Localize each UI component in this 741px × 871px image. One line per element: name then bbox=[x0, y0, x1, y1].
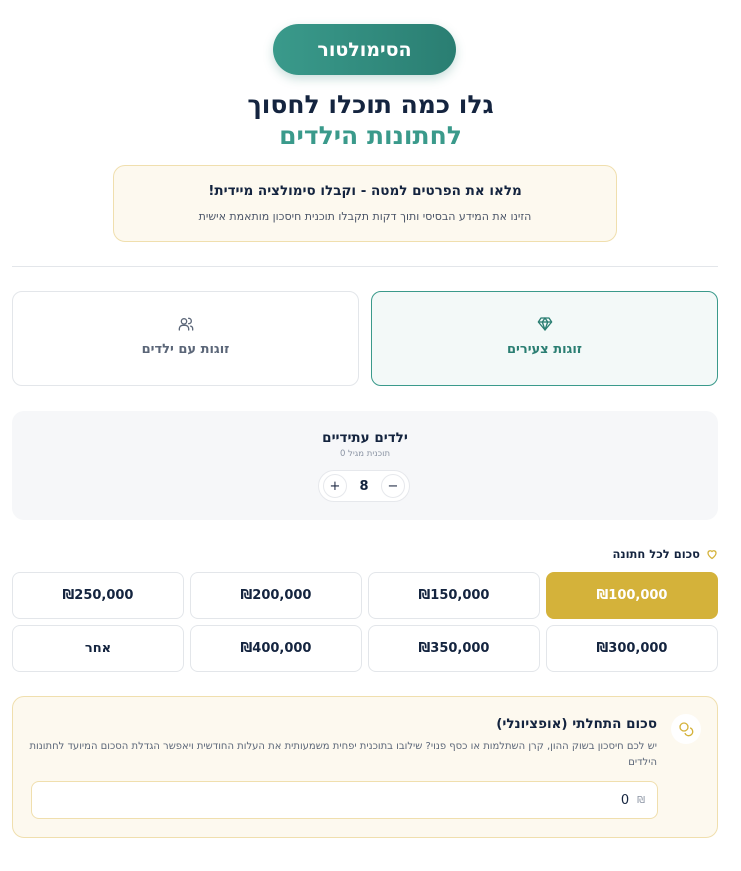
page-title: גלו כמה תוכלו לחסוך bbox=[247, 90, 494, 119]
couples-with-kids-option[interactable]: זוגות עם ילדים bbox=[12, 291, 359, 386]
section-divider bbox=[12, 266, 718, 267]
young-couples-label: זוגות צעירים bbox=[506, 342, 583, 357]
amount-option-350000[interactable]: ₪350,000 bbox=[368, 625, 540, 672]
instructions-notice: מלאו את הפרטים למטה - וקבלו סימולציה מיי… bbox=[113, 165, 617, 242]
couples-with-kids-label: זוגות עם ילדים bbox=[141, 342, 230, 357]
heart-icon bbox=[706, 545, 718, 564]
diamond-icon bbox=[372, 316, 717, 334]
notice-title: מלאו את הפרטים למטה - וקבלו סימולציה מיי… bbox=[208, 183, 522, 199]
initial-amount-title: סכום התחלתי (אופציונלי) bbox=[496, 716, 657, 732]
amount-label-text: סכום לכל חתונה bbox=[612, 547, 700, 561]
amount-option-200000[interactable]: ₪200,000 bbox=[190, 572, 362, 619]
amount-option-100000[interactable]: ₪100,000 bbox=[546, 572, 718, 619]
future-kids-subtitle: תוכנית מגיל 0 bbox=[339, 449, 391, 459]
coins-icon bbox=[671, 714, 701, 744]
initial-amount-description: יש לכם חיסכון בשוק ההון, קרן השתלמות או … bbox=[29, 741, 657, 768]
amount-option-400000[interactable]: ₪400,000 bbox=[190, 625, 362, 672]
amount-option-250000[interactable]: ₪250,000 bbox=[12, 572, 184, 619]
initial-amount-section: סכום התחלתי (אופציונלי) יש לכם חיסכון בש… bbox=[12, 696, 718, 838]
users-icon bbox=[13, 316, 358, 334]
currency-symbol: ₪ bbox=[637, 794, 645, 806]
kids-stepper: + 8 − bbox=[318, 470, 410, 502]
kids-count: 8 bbox=[359, 478, 369, 494]
decrement-button[interactable]: − bbox=[380, 474, 405, 498]
initial-amount-value: 0 bbox=[620, 792, 630, 808]
future-kids-panel: ילדים עתידיים תוכנית מגיל 0 + 8 − bbox=[12, 411, 718, 520]
amount-option-300000[interactable]: ₪300,000 bbox=[546, 625, 718, 672]
amount-option-150000[interactable]: ₪150,000 bbox=[368, 572, 540, 619]
increment-button[interactable]: + bbox=[323, 474, 347, 498]
page-title-highlight: לחתונות הילדים bbox=[279, 121, 462, 150]
young-couples-option[interactable]: זוגות צעירים bbox=[371, 291, 718, 386]
initial-amount-input[interactable]: ₪ 0 bbox=[31, 781, 658, 819]
simulator-badge: הסימולטור bbox=[273, 24, 456, 75]
amount-option-other[interactable]: אחר bbox=[12, 625, 184, 672]
amount-per-wedding-label: סכום לכל חתונה bbox=[520, 546, 718, 562]
notice-subtitle: הזינו את המידע הבסיסי ותוך דקות תקבלו תו… bbox=[198, 210, 532, 223]
future-kids-title: ילדים עתידיים bbox=[322, 430, 408, 446]
